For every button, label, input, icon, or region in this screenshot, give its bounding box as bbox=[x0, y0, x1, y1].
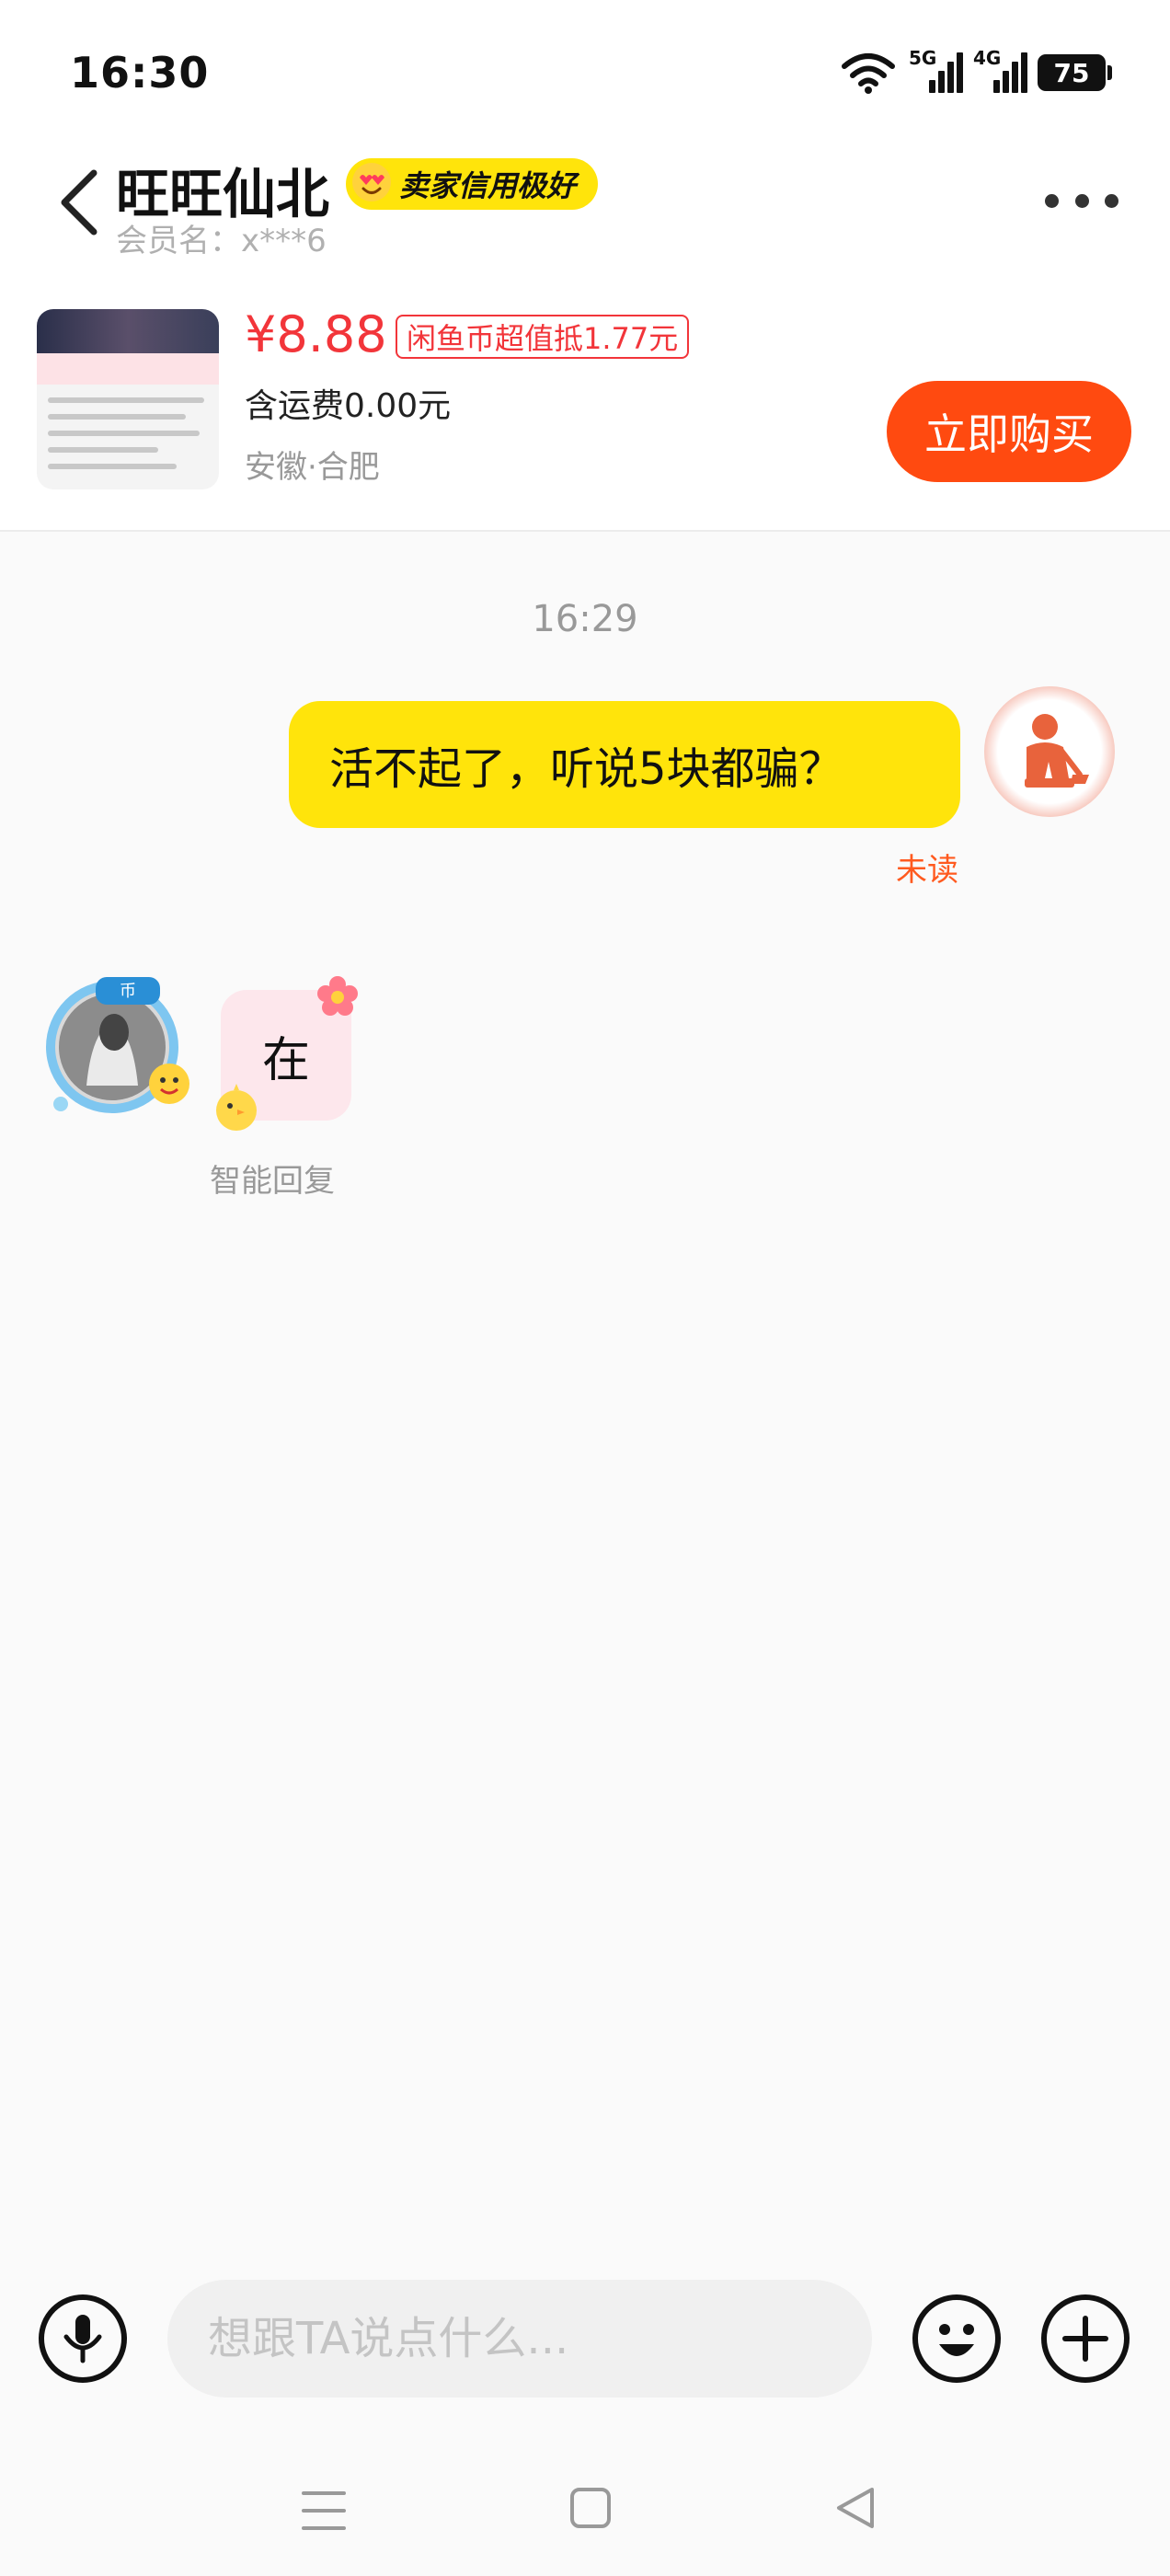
product-thumbnail[interactable] bbox=[37, 309, 219, 489]
status-bar: 16:30 5G 4G 75 bbox=[0, 0, 1170, 138]
product-location: 安徽·合肥 bbox=[245, 449, 380, 486]
menu-lines-icon bbox=[302, 2491, 346, 2530]
plus-icon bbox=[1041, 2294, 1130, 2383]
status-time: 16:30 bbox=[70, 48, 210, 98]
more-actions-button[interactable] bbox=[1039, 2293, 1131, 2385]
microphone-icon bbox=[39, 2294, 127, 2383]
shipping-fee: 含运费0.00元 bbox=[245, 387, 452, 425]
chat-timestamp: 16:29 bbox=[532, 598, 638, 640]
svg-text:币: 币 bbox=[120, 982, 136, 1001]
status-icons: 5G 4G 75 bbox=[841, 47, 1112, 96]
coin-discount-tag: 闲鱼币超值抵1.77元 bbox=[396, 315, 690, 359]
emoji-button[interactable] bbox=[911, 2293, 1003, 2385]
system-nav-bar bbox=[0, 2438, 1170, 2576]
wifi-icon bbox=[842, 53, 895, 94]
more-dot-icon bbox=[1045, 193, 1059, 208]
battery-icon: 75 bbox=[1038, 54, 1112, 91]
sent-message-bubble[interactable]: 活不起了，听说5块都骗？ bbox=[289, 701, 960, 828]
chevron-left-icon bbox=[61, 169, 98, 236]
self-avatar[interactable] bbox=[984, 686, 1115, 817]
nav-recents-button[interactable] bbox=[296, 2486, 351, 2536]
buy-now-button[interactable]: 立即购买 bbox=[887, 381, 1131, 482]
message-input[interactable] bbox=[167, 2280, 872, 2398]
smart-reply-label: 智能回复 bbox=[210, 1163, 335, 1200]
sent-message-text: 活不起了，听说5块都骗？ bbox=[329, 743, 843, 795]
chick-sticker-icon bbox=[216, 1084, 257, 1131]
worker-avatar-icon bbox=[1025, 714, 1089, 788]
credit-badge[interactable]: 卖家信用极好 bbox=[346, 158, 599, 210]
more-dot-icon bbox=[1105, 193, 1118, 208]
more-options-button[interactable] bbox=[1045, 182, 1118, 219]
received-message-text: 在 bbox=[261, 1032, 310, 1088]
chat-header: 旺旺仙北 卖家信用极好 会员名：x***6 bbox=[0, 138, 1170, 276]
more-dot-icon bbox=[1074, 193, 1089, 208]
unread-status: 未读 bbox=[896, 852, 958, 889]
nav-home-button[interactable] bbox=[565, 2482, 616, 2534]
battery-level: 75 bbox=[1053, 57, 1090, 88]
flower-sticker-icon bbox=[317, 976, 358, 1016]
member-id: 会员名：x***6 bbox=[116, 223, 327, 259]
header-divider bbox=[0, 530, 1170, 532]
credit-badge-label: 卖家信用极好 bbox=[399, 168, 577, 203]
back-button[interactable] bbox=[52, 166, 107, 239]
seller-avatar[interactable]: 币 bbox=[40, 966, 197, 1122]
heart-eyes-emoji-icon bbox=[352, 163, 391, 201]
triangle-back-icon bbox=[837, 2488, 874, 2528]
seller-avatar-image: 币 bbox=[46, 977, 189, 1113]
input-bar bbox=[0, 2245, 1170, 2438]
signal-4g-icon: 4G bbox=[973, 47, 1027, 95]
product-price: ¥8.88 bbox=[245, 305, 387, 363]
product-card[interactable]: ¥8.88 闲鱼币超值抵1.77元 含运费0.00元 安徽·合肥 立即购买 bbox=[0, 304, 1170, 497]
voice-button[interactable] bbox=[37, 2293, 129, 2385]
signal-5g-icon: 5G bbox=[909, 47, 963, 95]
square-icon bbox=[570, 2488, 611, 2528]
nav-back-button[interactable] bbox=[830, 2480, 881, 2536]
smiley-face-icon bbox=[912, 2294, 1001, 2383]
